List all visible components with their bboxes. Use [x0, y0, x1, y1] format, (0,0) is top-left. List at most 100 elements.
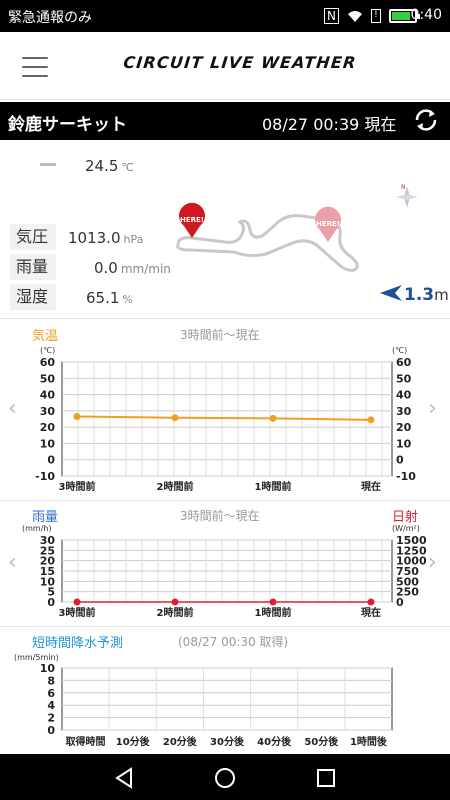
- rain-point: [171, 598, 179, 606]
- y-tick-left: 6: [47, 687, 55, 700]
- y-tick-left: 0: [47, 596, 55, 609]
- y-tick-right: 30: [396, 405, 412, 418]
- divider: [0, 318, 450, 319]
- status-carrier-text: 緊急通報のみ: [8, 10, 92, 26]
- temperature-value: 24.5: [85, 157, 119, 175]
- pressure-value: 1013.0: [68, 229, 121, 247]
- y-unit-right: (℃): [392, 346, 407, 355]
- y-unit-left: (℃): [40, 346, 55, 355]
- temperature-point: [73, 413, 81, 421]
- x-tick: 40分後: [257, 735, 292, 748]
- y-tick-left: 30: [40, 405, 56, 418]
- divider: [0, 626, 450, 627]
- here-marker-1: HERE!: [179, 202, 205, 238]
- plot-frame: [61, 667, 393, 731]
- temperature-series-line: [76, 415, 372, 421]
- navigation-bar: [0, 754, 450, 800]
- x-tick: 2時間前: [157, 606, 194, 619]
- y-tick-left: 60: [40, 356, 56, 369]
- circuit-name: 鈴鹿サーキット: [8, 115, 127, 135]
- humidity-label: 湿度: [10, 284, 56, 310]
- y-tick-left: 0: [47, 724, 55, 737]
- x-tick: 1時間前: [255, 606, 292, 619]
- y-tick-left: 40: [40, 389, 56, 402]
- wifi-icon: [347, 11, 362, 22]
- wind-speed-unit: m: [434, 286, 449, 304]
- pressure-readout: 1013.0 hPa: [68, 228, 143, 247]
- menu-icon[interactable]: [22, 57, 48, 77]
- x-tick: 現在: [361, 606, 381, 619]
- back-icon[interactable]: [113, 767, 135, 789]
- observation-time: 08/27 00:39 現在: [262, 115, 397, 134]
- compass-icon: N: [396, 184, 418, 208]
- svg-text:N: N: [401, 184, 406, 191]
- y-tick-right: 50: [396, 372, 412, 385]
- svg-text:HERE!: HERE!: [316, 220, 340, 228]
- here-marker-2: HERE!: [315, 206, 341, 242]
- refresh-icon[interactable]: [412, 106, 440, 134]
- y-tick-left: 4: [47, 699, 55, 712]
- x-tick: 3時間前: [59, 480, 96, 493]
- y-unit-left: (mm/5min): [14, 653, 59, 662]
- y-unit-right: (W/m²): [392, 524, 420, 533]
- pressure-label: 気圧: [10, 224, 56, 250]
- nfc-icon: N: [324, 8, 339, 24]
- x-tick: 50分後: [304, 735, 339, 748]
- y-tick-left: -10: [35, 470, 55, 483]
- y-tick-left: 8: [47, 674, 55, 687]
- y-tick-right: -10: [396, 470, 416, 483]
- y-tick-right: 40: [396, 389, 412, 402]
- y-tick-left: 10: [40, 662, 56, 675]
- y-tick-right: 0: [396, 596, 404, 609]
- wind-speed-value: 1.3: [404, 285, 435, 305]
- temperature-readout: 24.5 ℃: [85, 156, 134, 175]
- y-tick-left: 2: [47, 712, 55, 725]
- y-unit-left: (mm/h): [22, 524, 52, 533]
- y-tick-right: 10: [396, 437, 412, 450]
- y-tick-left: 20: [40, 421, 56, 434]
- wind-direction-icon: [380, 285, 402, 301]
- divider: [0, 500, 450, 501]
- y-tick-left: 10: [40, 437, 56, 450]
- humidity-unit: %: [122, 293, 133, 306]
- wind-speed: 1.3m: [404, 285, 449, 305]
- svg-text:HERE!: HERE!: [180, 216, 204, 224]
- rainfall-unit: mm/min: [120, 262, 171, 276]
- x-tick: 10分後: [116, 735, 151, 748]
- y-tick-right: 20: [396, 421, 412, 434]
- rainfall-value: 0.0: [94, 259, 118, 277]
- x-tick: 取得時間: [66, 735, 106, 748]
- sim-icon: !: [370, 9, 381, 23]
- pressure-unit: hPa: [123, 233, 144, 246]
- status-time: 0:40: [410, 7, 442, 23]
- humidity-value: 65.1: [86, 289, 120, 307]
- x-tick: 3時間前: [59, 606, 96, 619]
- rain-point: [73, 598, 81, 606]
- y-tick-right: 60: [396, 356, 412, 369]
- x-tick: 30分後: [210, 735, 245, 748]
- y-tick-right: 0: [396, 454, 404, 467]
- x-tick: 2時間前: [157, 480, 194, 493]
- temperature-point: [269, 414, 277, 422]
- x-tick: 1時間後: [350, 735, 388, 748]
- temperature-point: [171, 414, 179, 422]
- y-tick-left: 0: [47, 454, 55, 467]
- recents-icon[interactable]: [315, 767, 337, 789]
- x-tick: 20分後: [163, 735, 198, 748]
- rainfall-label: 雨量: [10, 254, 56, 280]
- home-icon[interactable]: [214, 767, 236, 789]
- temperature-chart: (℃) (℃)60 6050 5040 4030 3020 2010 100 0-10 -103時…: [35, 346, 416, 493]
- forecast-chart: (mm/5min)1086420 取得時間 10分後 20分後 30分後 40分後 50分後…: [14, 653, 393, 748]
- status-bar: 緊急通報のみ N ! 0:40: [0, 0, 450, 32]
- rain-point: [367, 598, 375, 606]
- rain-solar-chart: (mm/h) (W/m²)3025201510501500125010007505…: [22, 524, 427, 619]
- temperature-unit: ℃: [121, 161, 134, 174]
- temperature-dash-icon: [40, 163, 56, 166]
- humidity-readout: 65.1%: [86, 288, 133, 307]
- rainfall-readout: 0.0 mm/min: [94, 258, 171, 277]
- rain-point: [269, 598, 277, 606]
- status-icons: N !: [324, 8, 420, 24]
- y-tick-left: 50: [40, 372, 56, 385]
- x-tick: 1時間前: [255, 480, 292, 493]
- app-title: CIRCUIT LIVE WEATHER: [122, 53, 358, 72]
